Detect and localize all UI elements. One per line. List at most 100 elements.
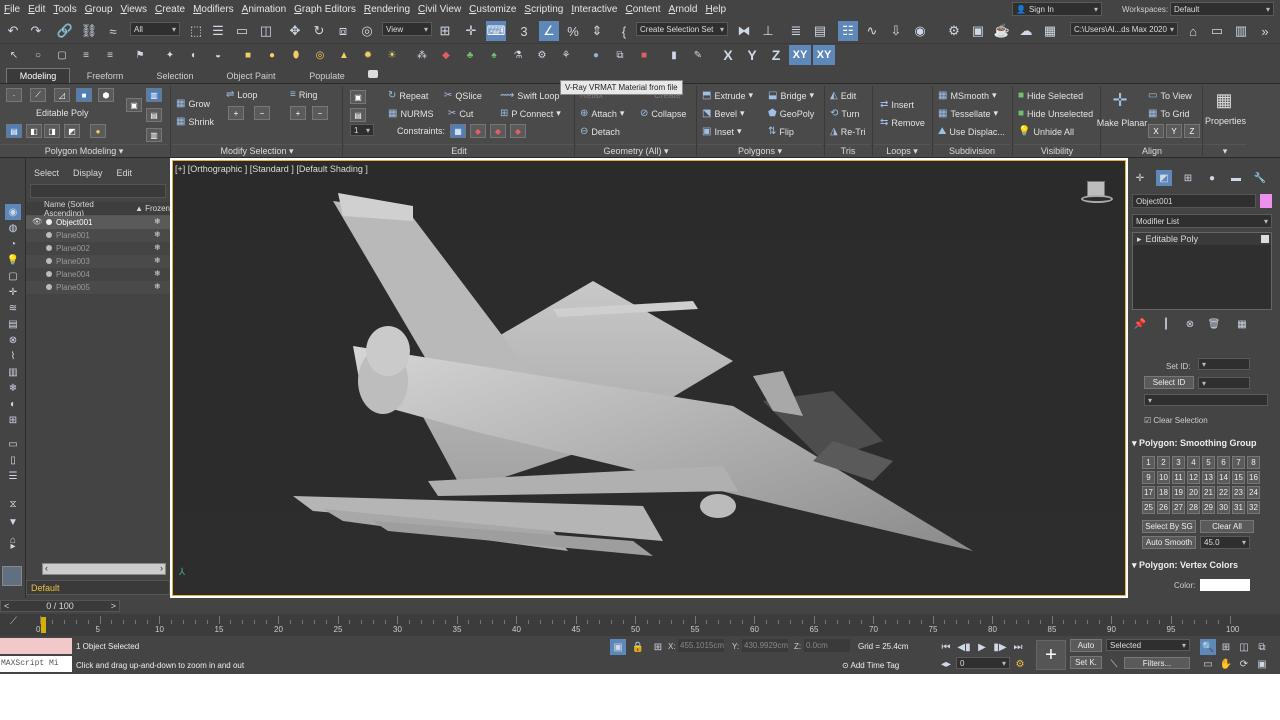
selection-lock-icon[interactable]: 🔒: [630, 639, 646, 655]
p-connect-button[interactable]: ⊞ P Connect ▾: [500, 108, 561, 119]
tool-icon[interactable]: ⚘: [558, 47, 574, 63]
flip-button[interactable]: ⇅ Flip: [768, 126, 794, 137]
tool-icon[interactable]: ≡: [78, 47, 94, 63]
auto-key-button[interactable]: Auto: [1070, 639, 1102, 652]
use-displacement-button[interactable]: ⛰ Use Displac...: [938, 126, 1005, 137]
tool-icon[interactable]: ◒: [210, 47, 226, 63]
edit-options-icon[interactable]: ▤: [350, 108, 366, 122]
reference-coordinate-dropdown[interactable]: View: [382, 22, 432, 36]
qslice-button[interactable]: ✂ QSlice: [444, 90, 482, 101]
funnel-icon[interactable]: ▼: [5, 514, 21, 530]
z-coordinate-field[interactable]: 0.0cm: [804, 639, 850, 652]
vrmat-icon[interactable]: ⧉: [612, 47, 628, 63]
curve-editor-mini-icon[interactable]: ⟋: [10, 616, 17, 627]
smoothing-group-button[interactable]: 29: [1202, 501, 1215, 514]
polygon-mode-icon[interactable]: ■: [76, 88, 92, 102]
vray-material-icon[interactable]: ●: [588, 47, 604, 63]
menu-animation[interactable]: Animation: [238, 4, 290, 15]
tessellate-button[interactable]: ▦ Tessellate ▾: [938, 108, 998, 119]
display-frozen-icon[interactable]: ❄: [5, 380, 21, 396]
visibility-eye-icon[interactable]: 👁: [32, 217, 42, 226]
display-xrefs-icon[interactable]: ⊗: [5, 332, 21, 348]
x-coordinate-field[interactable]: 455.1015cm: [678, 639, 724, 652]
constraint-face-icon[interactable]: ◆: [490, 124, 506, 138]
menu-views[interactable]: Views: [117, 4, 152, 15]
angle-snap-icon[interactable]: ∠: [539, 21, 559, 41]
auto-smooth-spinner[interactable]: 45.0: [1200, 536, 1250, 549]
move-icon[interactable]: ✥: [285, 21, 305, 41]
expand-arrow-icon[interactable]: ▸: [5, 538, 21, 554]
box-primitive-icon[interactable]: ■: [240, 47, 256, 63]
tool-icon[interactable]: ▮: [666, 47, 682, 63]
schematic-view-icon[interactable]: ⇩: [886, 21, 906, 41]
menu-create[interactable]: Create: [151, 4, 189, 15]
xy-cycle-constraint[interactable]: XY: [813, 45, 835, 65]
attach-button[interactable]: ⊕ Attach ▾: [580, 108, 624, 119]
vertex-mode-icon[interactable]: ·: [6, 88, 22, 102]
vertex-colors-rollout[interactable]: ▾ Polygon: Vertex Colors: [1132, 560, 1276, 572]
insert-button[interactable]: ⇄ Insert: [880, 99, 914, 110]
set-key-button[interactable]: Set K.: [1070, 656, 1102, 669]
loop-shrink-icon[interactable]: −: [254, 106, 270, 120]
add-time-tag[interactable]: ⊙ Add Time Tag: [842, 661, 899, 670]
smoothing-group-button[interactable]: 12: [1187, 471, 1200, 484]
grow-button[interactable]: ▦ Grow: [176, 98, 210, 109]
extrude-button[interactable]: ⬒ Extrude ▾: [702, 90, 753, 101]
loop-button[interactable]: ⇌ Loop: [226, 89, 257, 100]
configure-sets-icon[interactable]: ▦: [1234, 316, 1250, 332]
bind-spacewarp-icon[interactable]: ≈: [103, 21, 123, 41]
unhide-all-button[interactable]: 💡 Unhide All: [1018, 126, 1074, 137]
absolute-mode-icon[interactable]: ⊞: [650, 639, 666, 655]
aircraft-model[interactable]: [173, 161, 1127, 597]
maxscript-mini-listener[interactable]: MAXScript Mi: [0, 656, 72, 672]
isolate-selection-icon[interactable]: ▣: [610, 639, 626, 655]
smoothing-group-button[interactable]: 26: [1157, 501, 1170, 514]
next-frame-icon[interactable]: ▮▶: [992, 639, 1008, 655]
object-name-field[interactable]: Object001: [1132, 194, 1256, 208]
x-axis-constraint[interactable]: X: [718, 45, 738, 65]
menu-select[interactable]: Select: [34, 168, 59, 178]
smoothing-group-button[interactable]: 25: [1142, 501, 1155, 514]
group-edit[interactable]: Edit: [344, 144, 574, 157]
subobject-icon[interactable]: ▤: [6, 124, 22, 138]
ribbon-collapse[interactable]: ▾: [1204, 144, 1246, 157]
smoothing-group-button[interactable]: 30: [1217, 501, 1230, 514]
list-item[interactable]: Plane003 ❄: [26, 255, 170, 268]
smoothing-group-button[interactable]: 19: [1172, 486, 1185, 499]
scroll-right-icon[interactable]: ›: [160, 563, 163, 573]
display-cameras-icon[interactable]: ▢: [5, 268, 21, 284]
display-bones-icon[interactable]: ⌇: [5, 348, 21, 364]
edit-named-selection-icon[interactable]: {: [614, 21, 634, 41]
menu-edit[interactable]: Edit: [24, 4, 49, 15]
scroll-left-icon[interactable]: ‹: [45, 563, 48, 573]
smoothing-group-button[interactable]: 31: [1232, 501, 1245, 514]
make-planar-button[interactable]: Make Planar: [1097, 118, 1148, 128]
render-icon[interactable]: ◆: [438, 47, 454, 63]
list-item[interactable]: Plane001 ❄: [26, 229, 170, 242]
particle-icon[interactable]: ⁂: [414, 47, 430, 63]
stack-toggle-icon[interactable]: [1261, 235, 1269, 243]
time-configuration-icon[interactable]: ⚙: [1012, 656, 1028, 672]
group-loops[interactable]: Loops ▾: [874, 144, 930, 157]
curve-editor-icon[interactable]: ∿: [862, 21, 882, 41]
tool-icon[interactable]: ≡: [102, 47, 118, 63]
tab-populate[interactable]: Populate: [298, 68, 356, 83]
time-slider[interactable]: < 0 / 100 >: [0, 600, 120, 612]
smoothing-group-button[interactable]: 10: [1157, 471, 1170, 484]
zoom-extents-icon[interactable]: ◫: [1236, 639, 1252, 655]
snaps-toggle-icon[interactable]: 3: [514, 21, 534, 41]
xy-plane-constraint[interactable]: XY: [789, 45, 811, 65]
constraint-normal-icon[interactable]: ◆: [510, 124, 526, 138]
cone-primitive-icon[interactable]: ▲: [336, 47, 352, 63]
display-helpers-icon[interactable]: ✛: [5, 284, 21, 300]
cut-button[interactable]: ✂ Cut: [448, 108, 473, 119]
hide-selected-button[interactable]: ■ Hide Selected: [1018, 90, 1083, 101]
ring-button[interactable]: ≡ Ring: [290, 89, 317, 100]
nurms-button[interactable]: ▦ NURMS: [388, 108, 433, 119]
expand-arrow-icon[interactable]: ▸: [1133, 234, 1146, 245]
stack-icon[interactable]: ▤: [146, 108, 162, 122]
cylinder-primitive-icon[interactable]: ⬮: [288, 47, 304, 63]
menu-customize[interactable]: Customize: [465, 4, 520, 15]
select-id-spinner[interactable]: [1198, 377, 1250, 389]
maximize-viewport-icon[interactable]: ▣: [1254, 656, 1270, 672]
